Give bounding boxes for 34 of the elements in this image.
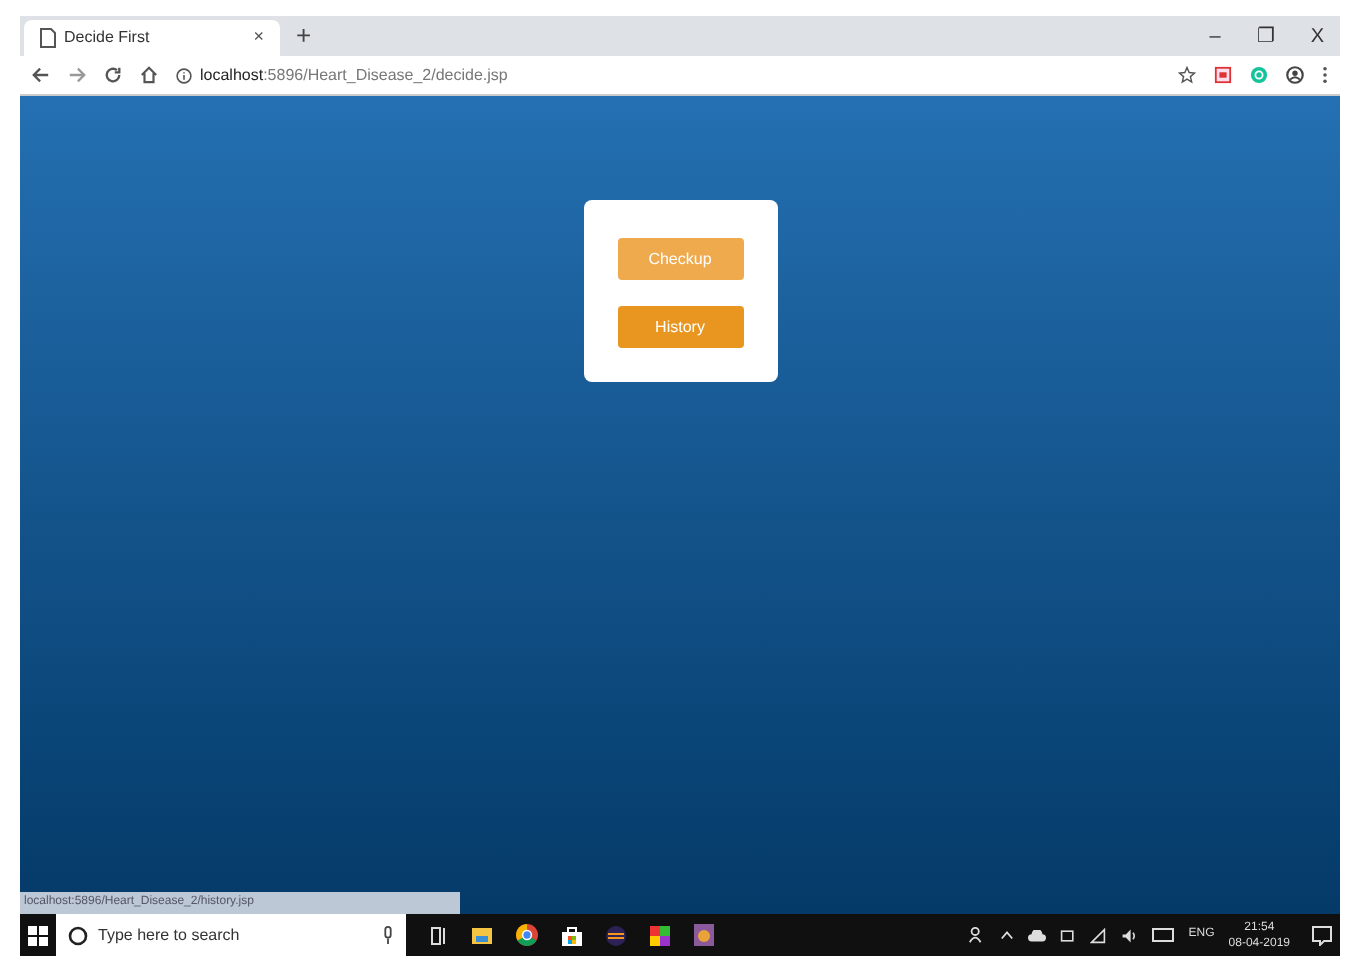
home-icon[interactable] — [140, 66, 158, 84]
address-bar[interactable]: localhost:5896/Heart_Disease_2/decide.jsp — [176, 63, 1160, 87]
profile-icon[interactable] — [1286, 66, 1304, 84]
microphone-icon — [382, 926, 394, 944]
page-icon — [40, 28, 56, 48]
info-icon — [176, 67, 192, 83]
eclipse-icon[interactable] — [606, 925, 626, 945]
minimize-button[interactable]: – — [1209, 21, 1221, 51]
notification-icon[interactable] — [1312, 925, 1332, 945]
keyboard-icon[interactable] — [1152, 928, 1175, 942]
reload-icon[interactable] — [104, 66, 122, 84]
store-icon[interactable] — [562, 925, 582, 945]
close-tab-button[interactable]: × — [253, 24, 264, 52]
taskbar-search-field[interactable]: Type here to search — [56, 914, 406, 956]
menu-icon[interactable] — [1322, 66, 1328, 84]
close-button[interactable]: X — [1310, 21, 1324, 51]
network-icon[interactable] — [1090, 927, 1107, 943]
back-icon[interactable] — [32, 66, 50, 84]
forward-icon[interactable] — [68, 66, 86, 84]
volume-icon[interactable] — [1120, 927, 1139, 943]
app-icon[interactable] — [650, 925, 670, 945]
chrome-icon[interactable] — [516, 924, 538, 946]
windows-icon[interactable] — [28, 925, 48, 945]
task-view-icon[interactable] — [430, 925, 448, 945]
folder-icon[interactable] — [472, 926, 492, 944]
new-tab-button[interactable]: + — [296, 16, 312, 56]
cloud-icon[interactable] — [1028, 929, 1047, 941]
people-icon[interactable] — [968, 926, 987, 944]
chevron-up-icon[interactable] — [1000, 930, 1015, 940]
star-icon[interactable] — [1178, 66, 1196, 84]
tab-title: Decide First — [64, 26, 152, 50]
cortana-icon — [68, 925, 88, 945]
restore-button[interactable]: ❐ — [1256, 21, 1275, 51]
browser-tab[interactable]: Decide First × — [24, 20, 280, 56]
